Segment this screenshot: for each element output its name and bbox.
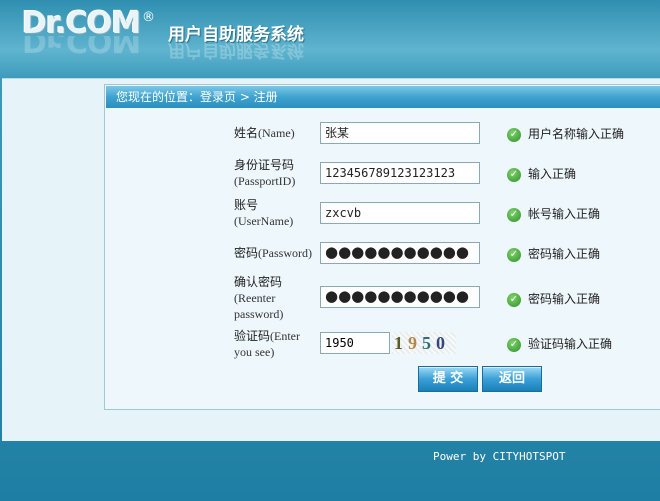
confirm-password-input[interactable]: ●●●●●●●●●●●: [320, 286, 480, 308]
captcha-image[interactable]: 1950: [392, 332, 456, 354]
system-title-reflection: 用户自助服务系统: [168, 40, 304, 60]
header: Dr.COM Dr.COM ® 用户自助服务系统 用户自助服务系统: [0, 0, 660, 78]
name-input[interactable]: 张某: [320, 122, 480, 144]
footer: Power by CITYHOTSPOT: [433, 450, 566, 463]
submit-button[interactable]: 提 交: [418, 366, 478, 392]
password-status: ✓ 密码输入正确: [507, 245, 600, 262]
username-label: 账号 (UserName): [234, 198, 294, 228]
password-label: 密码(Password): [234, 246, 313, 260]
check-circle-icon: ✓: [507, 337, 521, 352]
passport-label: 身份证号码 (PassportID): [234, 158, 296, 188]
passport-input[interactable]: 123456789123123123: [320, 162, 480, 184]
captcha-status: ✓ 验证码输入正确: [507, 335, 612, 352]
confirm-password-status: ✓ 密码输入正确: [507, 290, 600, 307]
check-circle-icon: ✓: [507, 207, 521, 222]
registered-mark: ®: [142, 10, 155, 25]
check-circle-icon: ✓: [507, 127, 521, 142]
name-status: ✓ 用户名称输入正确: [507, 125, 624, 142]
logo-reflection: Dr.COM: [22, 36, 141, 58]
passport-status: ✓ 输入正确: [507, 165, 576, 182]
captcha-label: 验证码(Enter you see): [234, 329, 300, 359]
confirm-password-label: 确认密码 (Reenter password): [234, 275, 284, 321]
check-circle-icon: ✓: [507, 292, 521, 307]
check-circle-icon: ✓: [507, 247, 521, 262]
username-status: ✓ 帐号输入正确: [507, 205, 600, 222]
password-input[interactable]: ●●●●●●●●●●●: [320, 242, 480, 264]
name-label: 姓名(Name): [234, 126, 295, 140]
captcha-input[interactable]: 1950: [320, 332, 390, 354]
back-button[interactable]: 返回: [482, 366, 542, 392]
breadcrumb: 您现在的位置：登录页 > 注册: [106, 86, 660, 108]
check-circle-icon: ✓: [507, 167, 521, 182]
username-input[interactable]: zxcvb: [320, 202, 480, 224]
